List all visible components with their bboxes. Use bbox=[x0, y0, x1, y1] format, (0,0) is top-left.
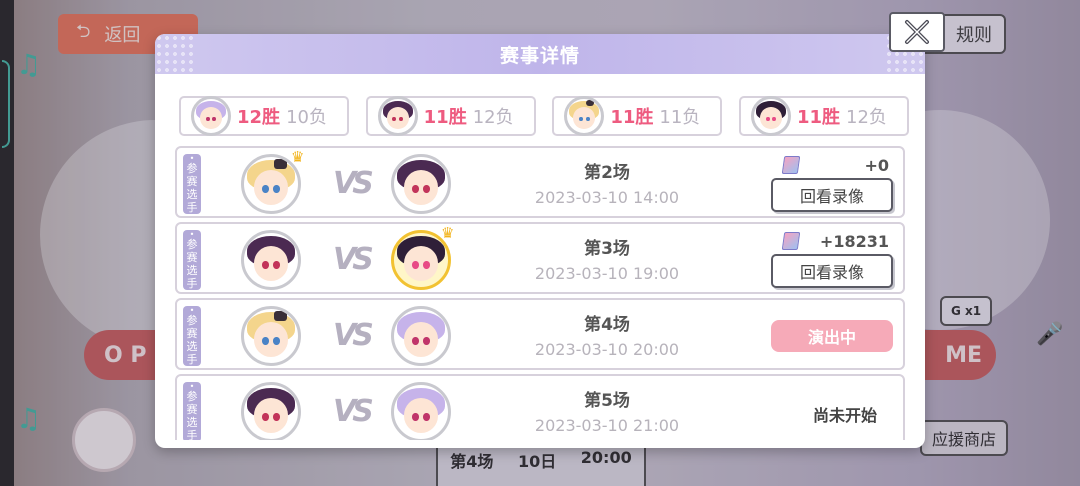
tag-char: 参 bbox=[186, 162, 198, 175]
close-x-icon bbox=[905, 20, 929, 44]
vs-label: VS bbox=[333, 394, 374, 429]
close-button[interactable] bbox=[889, 12, 945, 52]
player-avatar-dark[interactable] bbox=[377, 96, 418, 136]
not-started-label: 尚未开始 bbox=[812, 406, 877, 425]
tag-char: 选 bbox=[186, 188, 198, 201]
match-list[interactable]: • 参赛选手 ♛ VS 第2场 2023-03-10 14:00 +0 回看录像 • 参赛选手 VS… bbox=[175, 146, 905, 440]
tag-char: 手 bbox=[186, 201, 198, 214]
participants-tag: • 参赛选手 bbox=[183, 154, 201, 214]
vs-label: VS bbox=[333, 318, 374, 353]
tag-char: 选 bbox=[186, 416, 198, 429]
wins-count: 11胜 bbox=[610, 107, 654, 128]
tag-char: 手 bbox=[186, 353, 198, 366]
tag-char: 手 bbox=[186, 277, 198, 290]
tag-char: 参 bbox=[186, 390, 198, 403]
standing-pill: 11胜 12负 bbox=[738, 96, 909, 136]
match-row: • 参赛选手 VS 第4场 2023-03-10 20:00 演出中 bbox=[175, 298, 905, 370]
player-avatar-pink[interactable] bbox=[750, 96, 791, 136]
replay-button[interactable]: 回看录像 bbox=[771, 254, 893, 288]
player-avatar-dark[interactable] bbox=[241, 230, 301, 290]
tag-char: 选 bbox=[186, 264, 198, 277]
tag-char: 赛 bbox=[186, 251, 198, 264]
tag-char: 赛 bbox=[186, 175, 198, 188]
player-2-slot bbox=[391, 154, 451, 214]
header-pattern bbox=[155, 34, 195, 74]
tag-char: 赛 bbox=[186, 403, 198, 416]
standing-pill: 11胜 12负 bbox=[365, 96, 536, 136]
match-row: • 参赛选手 ♛ VS 第2场 2023-03-10 14:00 +0 回看录像 bbox=[175, 146, 905, 218]
replay-button[interactable]: 回看录像 bbox=[771, 178, 893, 212]
match-row: • 参赛选手 VS 第5场 2023-03-10 21:00 尚未开始 bbox=[175, 374, 905, 440]
live-now-button[interactable]: 演出中 bbox=[771, 320, 893, 352]
match-date: 2023-03-10 14:00 bbox=[534, 188, 680, 207]
player-avatar-dark[interactable] bbox=[241, 382, 301, 440]
player-2-slot bbox=[391, 382, 451, 440]
standings-bar: 12胜 10负 11胜 12负 11胜 11负 11胜 12负 bbox=[179, 96, 909, 136]
participants-tag: • 参赛选手 bbox=[183, 306, 201, 366]
player-avatar-lilac[interactable] bbox=[191, 96, 231, 136]
modal-title: 赛事详情 bbox=[499, 44, 580, 67]
wins-count: 11胜 bbox=[423, 107, 467, 128]
ticket-icon bbox=[781, 232, 801, 250]
match-details-modal: 赛事详情 12胜 10负 11胜 12负 11胜 11负 11胜 12负 • 参赛选手 ♛ VS 第2… bbox=[155, 34, 925, 448]
match-row: • 参赛选手 VS ♛ 第3场 2023-03-10 19:00 +18231 回看录像 bbox=[175, 222, 905, 294]
wins-count: 11胜 bbox=[796, 107, 841, 128]
standing-pill: 12胜 10负 bbox=[179, 96, 349, 136]
losses-count: 12负 bbox=[846, 107, 887, 128]
tag-char: 赛 bbox=[186, 327, 198, 340]
tag-char: 参 bbox=[186, 238, 198, 251]
losses-count: 11负 bbox=[659, 107, 701, 128]
match-date: 2023-03-10 19:00 bbox=[534, 264, 680, 283]
player-2-slot bbox=[391, 306, 451, 366]
player-avatar-blonde[interactable] bbox=[564, 96, 605, 136]
player-avatar-blonde[interactable] bbox=[241, 306, 301, 366]
match-title: 第3场 bbox=[584, 239, 630, 259]
tag-char: 参 bbox=[186, 314, 198, 327]
match-date: 2023-03-10 20:00 bbox=[534, 340, 680, 359]
modal-header: 赛事详情 bbox=[155, 34, 925, 74]
participants-tag: • 参赛选手 bbox=[183, 382, 201, 440]
standing-pill: 11胜 11负 bbox=[552, 96, 723, 136]
vs-label: VS bbox=[333, 166, 374, 201]
match-date: 2023-03-10 21:00 bbox=[534, 416, 680, 435]
player-1-slot bbox=[241, 230, 301, 290]
match-title: 第2场 bbox=[584, 163, 630, 183]
vs-label: VS bbox=[333, 242, 374, 277]
losses-count: 10负 bbox=[286, 107, 327, 128]
tag-char: 选 bbox=[186, 340, 198, 353]
losses-count: 12负 bbox=[472, 107, 514, 128]
tag-char: 手 bbox=[186, 429, 198, 440]
match-score: +18231 bbox=[819, 232, 889, 251]
player-avatar-lilac[interactable] bbox=[391, 382, 451, 440]
player-1-slot bbox=[241, 382, 301, 440]
winner-crown-icon: ♛ bbox=[291, 148, 305, 166]
player-1-slot bbox=[241, 306, 301, 366]
participants-tag: • 参赛选手 bbox=[183, 230, 201, 290]
wins-count: 12胜 bbox=[237, 107, 281, 128]
player-avatar-dark[interactable] bbox=[391, 154, 451, 214]
ticket-icon bbox=[781, 156, 801, 174]
match-title: 第4场 bbox=[584, 315, 630, 335]
match-title: 第5场 bbox=[584, 391, 630, 411]
winner-crown-icon: ♛ bbox=[441, 224, 455, 242]
player-avatar-lilac[interactable] bbox=[391, 306, 451, 366]
match-score: +0 bbox=[864, 156, 889, 175]
